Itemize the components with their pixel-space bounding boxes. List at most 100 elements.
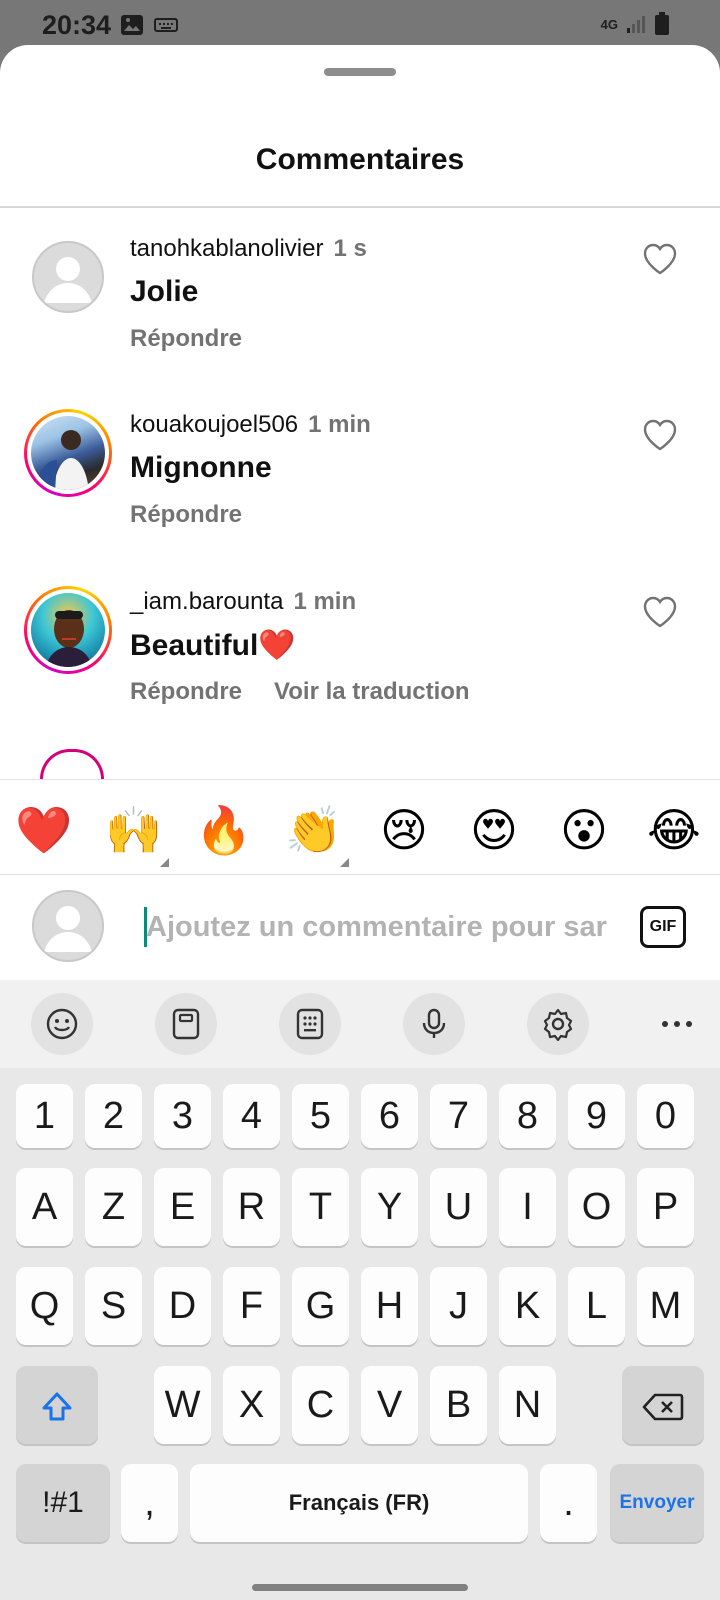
key-3[interactable]: 3 [154, 1084, 211, 1148]
comment-username[interactable]: tanohkablanolivier [130, 235, 323, 262]
emoji-tears-of-joy[interactable]: 😂 [644, 800, 704, 860]
like-heart-icon[interactable] [640, 592, 680, 632]
key-t[interactable]: T [292, 1168, 349, 1246]
shift-key[interactable] [16, 1366, 98, 1444]
keypad-button[interactable] [279, 993, 341, 1055]
key-o[interactable]: O [568, 1168, 625, 1246]
key-u[interactable]: U [430, 1168, 487, 1246]
emoji-raised-hands[interactable]: 🙌 [104, 800, 164, 860]
comment-header: kouakoujoel506 1 min [130, 411, 371, 439]
emoji-heart-eyes[interactable]: 😍 [464, 800, 524, 860]
key-x[interactable]: X [223, 1366, 280, 1444]
backspace-key[interactable] [622, 1366, 704, 1444]
key-9[interactable]: 9 [568, 1084, 625, 1148]
key-7[interactable]: 7 [430, 1084, 487, 1148]
skin-tone-indicator [340, 858, 349, 867]
comment-actions: Répondre Voir la traduction [130, 678, 470, 706]
avatar[interactable] [32, 241, 104, 313]
key-n[interactable]: N [499, 1366, 556, 1444]
key-s[interactable]: S [85, 1267, 142, 1345]
reply-button[interactable]: Répondre [130, 678, 242, 706]
key-i[interactable]: I [499, 1168, 556, 1246]
key-m[interactable]: M [637, 1267, 694, 1345]
title-divider [0, 206, 720, 208]
key-4[interactable]: 4 [223, 1084, 280, 1148]
comment-text: Jolie [130, 275, 199, 308]
avatar[interactable] [24, 409, 112, 497]
key-2[interactable]: 2 [85, 1084, 142, 1148]
key-d[interactable]: D [154, 1267, 211, 1345]
clipboard-button[interactable] [155, 993, 217, 1055]
gif-button[interactable]: GIF [640, 906, 686, 948]
key-b[interactable]: B [430, 1366, 487, 1444]
period-key[interactable]: . [540, 1464, 597, 1542]
comment-username[interactable]: _iam.barounta [130, 588, 283, 615]
comment-header: tanohkablanolivier 1 s [130, 235, 367, 263]
key-q[interactable]: Q [16, 1267, 73, 1345]
comment-time: 1 min [293, 588, 357, 615]
reply-button[interactable]: Répondre [130, 501, 242, 529]
signal-icon [627, 16, 645, 33]
send-key[interactable]: Envoyer [610, 1464, 704, 1542]
key-1[interactable]: 1 [16, 1084, 73, 1148]
comment-time: 1 s [333, 235, 367, 262]
key-e[interactable]: E [154, 1168, 211, 1246]
like-heart-icon[interactable] [640, 415, 680, 455]
comment-username[interactable]: kouakoujoel506 [130, 411, 298, 438]
key-r[interactable]: R [223, 1168, 280, 1246]
voice-input-button[interactable] [403, 993, 465, 1055]
portrait-icon [45, 610, 93, 667]
key-p[interactable]: P [637, 1168, 694, 1246]
next-comment-avatar-peek [40, 749, 104, 779]
key-0[interactable]: 0 [637, 1084, 694, 1148]
keyboard-icon [154, 18, 178, 32]
keyboard-settings-button[interactable] [527, 993, 589, 1055]
emoji-surprised-face[interactable]: 😮 [554, 800, 614, 860]
emoji-icon [46, 1008, 78, 1040]
drag-handle[interactable] [324, 68, 396, 76]
shift-icon [42, 1392, 72, 1421]
gallery-icon [121, 15, 143, 35]
emoji-heart[interactable]: ❤️ [14, 800, 74, 860]
key-6[interactable]: 6 [361, 1084, 418, 1148]
default-avatar-icon [44, 906, 92, 952]
more-icon [662, 1021, 692, 1027]
key-5[interactable]: 5 [292, 1084, 349, 1148]
key-v[interactable]: V [361, 1366, 418, 1444]
key-a[interactable]: A [16, 1168, 73, 1246]
current-user-avatar [32, 890, 104, 962]
home-indicator[interactable] [252, 1584, 468, 1591]
emoji-fire[interactable]: 🔥 [194, 800, 254, 860]
key-j[interactable]: J [430, 1267, 487, 1345]
comment-input[interactable] [144, 902, 614, 952]
soft-keyboard: 1 2 3 4 5 6 7 8 9 0 A Z E R T Y U I O P … [0, 980, 720, 1600]
key-g[interactable]: G [292, 1267, 349, 1345]
comment-item: kouakoujoel506 1 min Mignonne Répondre [0, 409, 720, 569]
emoji-button[interactable] [31, 993, 93, 1055]
more-options-button[interactable] [646, 993, 708, 1055]
emoji-clapping-hands[interactable]: 👏 [284, 800, 344, 860]
backspace-icon [642, 1393, 684, 1421]
sheet-title: Commentaires [255, 143, 465, 176]
comment-composer: GIF [0, 876, 720, 976]
comment-text: Beautiful❤️ [130, 629, 296, 662]
key-w[interactable]: W [154, 1366, 211, 1444]
space-key[interactable]: Français (FR) [190, 1464, 528, 1542]
key-z[interactable]: Z [85, 1168, 142, 1246]
key-8[interactable]: 8 [499, 1084, 556, 1148]
key-y[interactable]: Y [361, 1168, 418, 1246]
avatar-photo [31, 593, 105, 667]
reply-button[interactable]: Répondre [130, 325, 242, 353]
comma-key[interactable]: , [121, 1464, 178, 1542]
key-l[interactable]: L [568, 1267, 625, 1345]
key-f[interactable]: F [223, 1267, 280, 1345]
key-k[interactable]: K [499, 1267, 556, 1345]
symbols-key[interactable]: !#1 [16, 1464, 110, 1542]
avatar[interactable] [24, 586, 112, 674]
emoji-crying-face[interactable]: 😢 [374, 800, 434, 860]
like-heart-icon[interactable] [640, 239, 680, 279]
see-translation-button[interactable]: Voir la traduction [274, 678, 470, 706]
key-h[interactable]: H [361, 1267, 418, 1345]
status-time: 20:34 [42, 10, 112, 40]
key-c[interactable]: C [292, 1366, 349, 1444]
